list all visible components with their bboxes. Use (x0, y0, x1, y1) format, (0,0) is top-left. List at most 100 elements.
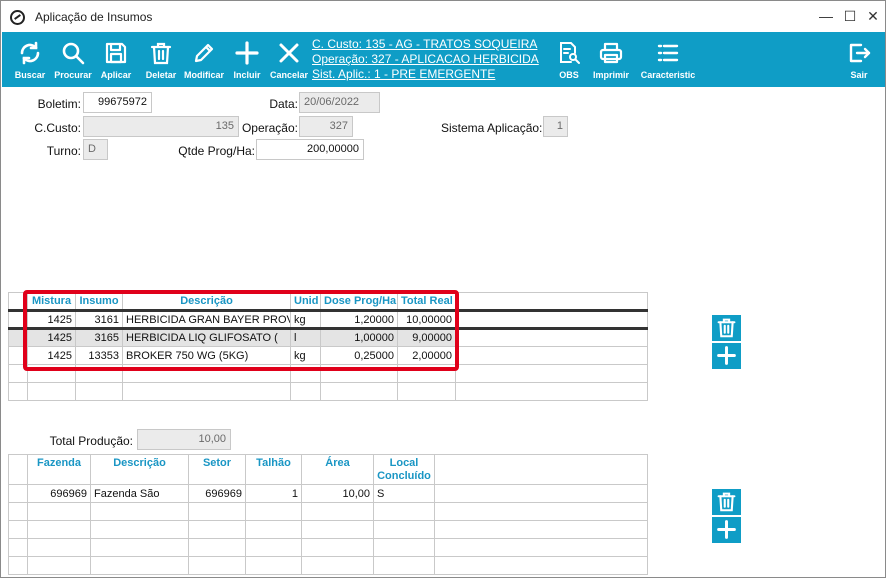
boletim-field[interactable]: 99675972 (83, 92, 152, 113)
qtde-prog-ha-label: Qtde Prog/Ha: (178, 144, 255, 158)
table-row[interactable]: 1425 13353 BROKER 750 WG (5KG) kg 0,2500… (8, 346, 648, 365)
cell-descricao[interactable]: HERBICIDA LIQ GLIFOSATO ( (122, 328, 291, 347)
delete-insumo-button[interactable] (712, 315, 741, 341)
save-icon (105, 42, 127, 64)
aplicar-button[interactable]: Aplicar (97, 32, 135, 87)
caracteristic-button[interactable]: Caracteristic (638, 32, 698, 87)
cell-unid[interactable]: kg (290, 310, 321, 329)
cell-total-real[interactable]: 9,00000 (397, 328, 456, 347)
cell-mistura[interactable]: 1425 (27, 346, 76, 365)
col-descricao-header[interactable]: Descrição (122, 292, 291, 311)
total-producao-label: Total Produção: (49, 434, 133, 448)
pencil-icon (194, 43, 214, 63)
cell-area[interactable]: 10,00 (301, 484, 374, 503)
col-insumo-header[interactable]: Insumo (75, 292, 123, 311)
plus-icon (235, 41, 259, 65)
sistema-aplicacao-field[interactable]: 1 (543, 116, 568, 137)
cell-descricao[interactable]: HERBICIDA GRAN BAYER PROV (122, 310, 291, 329)
cancelar-button[interactable]: Cancelar (268, 32, 310, 87)
data-label: Data: (269, 97, 298, 111)
operacao-label: Operação: (241, 121, 298, 135)
cell-descricao[interactable]: BROKER 750 WG (5KG) (122, 346, 291, 365)
cell-mistura[interactable]: 1425 (27, 310, 76, 329)
incluir-button[interactable]: Incluir (229, 32, 265, 87)
ccusto-field[interactable]: 135 (83, 116, 239, 137)
table-row[interactable]: 696969 Fazenda São 696969 1 10,00 S (8, 484, 648, 503)
table-row[interactable]: 1425 3165 HERBICIDA LIQ GLIFOSATO ( l 1,… (8, 328, 648, 347)
info-sistema-link[interactable]: Sist. Aplic.: 1 - PRE EMERGENTE (312, 67, 495, 81)
add-producao-button[interactable] (712, 517, 741, 543)
cell-talhao[interactable]: 1 (245, 484, 302, 503)
empty-row (8, 520, 648, 539)
info-operacao-link[interactable]: Operação: 327 - APLICACAO HERBICIDA (312, 52, 539, 66)
imprimir-label: Imprimir (592, 70, 629, 80)
col-dose-header[interactable]: Dose Prog/Ha (320, 292, 398, 311)
col-area-header[interactable]: Área (301, 454, 374, 485)
turno-field[interactable]: D (83, 139, 108, 160)
buscar-button[interactable]: Buscar (11, 32, 49, 87)
qtde-prog-ha-field[interactable]: 200,00000 (256, 139, 364, 160)
toolbar: Buscar Procurar Aplicar Deletar Modifica… (2, 32, 885, 87)
modificar-label: Modificar (183, 70, 224, 80)
producao-header-row: Fazenda Descrição Setor Talhão Área Loca… (8, 454, 648, 485)
sair-button[interactable]: Sair (844, 32, 874, 87)
empty-row (8, 538, 648, 557)
title-bar: Aplicação de Insumos — ☐ ✕ (1, 1, 885, 32)
ccusto-label: C.Custo: (34, 121, 81, 135)
col-setor-header[interactable]: Setor (188, 454, 246, 485)
cell-insumo[interactable]: 3161 (75, 310, 123, 329)
cancelar-label: Cancelar (269, 70, 309, 80)
data-field[interactable]: 20/06/2022 (299, 92, 380, 113)
col-mistura-header[interactable]: Mistura (27, 292, 76, 311)
modificar-button[interactable]: Modificar (182, 32, 226, 87)
close-button[interactable]: ✕ (862, 5, 884, 27)
imprimir-button[interactable]: Imprimir (590, 32, 632, 87)
cell-unid[interactable]: kg (290, 346, 321, 365)
delete-producao-button[interactable] (712, 489, 741, 515)
procurar-button[interactable]: Procurar (52, 32, 94, 87)
cell-descricao[interactable]: Fazenda São (90, 484, 189, 503)
minimize-button[interactable]: — (815, 5, 837, 27)
cell-fazenda[interactable]: 696969 (27, 484, 91, 503)
plus-icon (717, 520, 736, 539)
turno-label: Turno: (46, 144, 81, 158)
deletar-label: Deletar (145, 70, 177, 80)
operacao-field[interactable]: 327 (299, 116, 353, 137)
info-centro-custo-link[interactable]: C. Custo: 135 - AG - TRATOS SOQUEIRA (312, 37, 537, 51)
cell-mistura[interactable]: 1425 (27, 328, 76, 347)
cell-insumo[interactable]: 13353 (75, 346, 123, 365)
cell-insumo[interactable]: 3165 (75, 328, 123, 347)
cell-setor[interactable]: 696969 (188, 484, 246, 503)
col-local-concluido-header[interactable]: Local Concluído (373, 454, 435, 485)
cell-unid[interactable]: l (290, 328, 321, 347)
cell-dose[interactable]: 1,00000 (320, 328, 398, 347)
cell-local-concluido[interactable]: S (373, 484, 435, 503)
table-row[interactable]: 1425 3161 HERBICIDA GRAN BAYER PROV kg 1… (8, 310, 648, 329)
exit-icon (849, 43, 871, 63)
aplicar-label: Aplicar (100, 70, 132, 80)
insumos-grid: Mistura Insumo Descrição Unid Dose Prog/… (8, 292, 648, 401)
obs-button[interactable]: OBS (553, 32, 585, 87)
col-fazenda-header[interactable]: Fazenda (27, 454, 91, 485)
add-insumo-button[interactable] (712, 343, 741, 369)
col-descricao-header[interactable]: Descrição (90, 454, 189, 485)
sair-label: Sair (850, 70, 868, 80)
maximize-button[interactable]: ☐ (839, 5, 861, 27)
empty-row (8, 556, 648, 575)
col-total-real-header[interactable]: Total Real (397, 292, 456, 311)
insumos-header-row: Mistura Insumo Descrição Unid Dose Prog/… (8, 292, 648, 311)
deletar-button[interactable]: Deletar (142, 32, 180, 87)
total-producao-field[interactable]: 10,00 (137, 429, 231, 450)
col-unid-header[interactable]: Unid (290, 292, 321, 311)
plus-icon (717, 346, 736, 365)
trash-icon (150, 42, 172, 65)
producao-grid: Fazenda Descrição Setor Talhão Área Loca… (8, 454, 648, 575)
boletim-label: Boletim: (37, 97, 81, 111)
caracteristic-label: Caracteristic (640, 70, 696, 80)
trash-icon (717, 492, 736, 512)
cell-total-real[interactable]: 2,00000 (397, 346, 456, 365)
cell-dose[interactable]: 0,25000 (320, 346, 398, 365)
col-talhao-header[interactable]: Talhão (245, 454, 302, 485)
cell-dose[interactable]: 1,20000 (320, 310, 398, 329)
cell-total-real[interactable]: 10,00000 (397, 310, 456, 329)
